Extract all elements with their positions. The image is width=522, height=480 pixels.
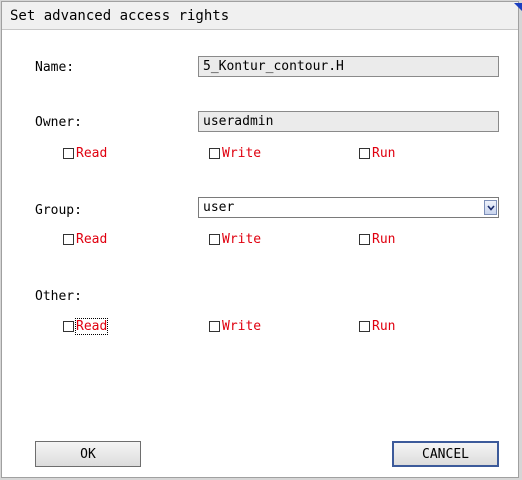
ok-button[interactable]: OK [35, 441, 141, 467]
dialog-title: Set advanced access rights [10, 8, 230, 24]
owner-read-label: Read [76, 145, 108, 161]
owner-label: Owner: [35, 115, 82, 130]
name-field[interactable]: 5_Kontur_contour.H [198, 56, 499, 77]
checkbox-icon[interactable] [359, 147, 370, 159]
checkbox-icon[interactable] [209, 233, 220, 245]
owner-run-label: Run [372, 145, 396, 161]
other-label: Other: [35, 289, 82, 304]
name-label: Name: [35, 60, 75, 75]
group-select-value: user [203, 200, 235, 215]
dropdown-button[interactable] [484, 200, 497, 215]
group-label: Group: [35, 203, 82, 218]
checkbox-icon[interactable] [209, 320, 220, 332]
owner-read-checkbox[interactable]: Read [63, 145, 107, 161]
access-rights-dialog: Set advanced access rights Name: 5_Kontu… [1, 1, 522, 478]
group-write-checkbox[interactable]: Write [209, 231, 261, 247]
other-run-checkbox[interactable]: Run [359, 318, 395, 334]
cancel-button[interactable]: CANCEL [392, 441, 499, 467]
checkbox-icon[interactable] [63, 233, 74, 245]
group-run-checkbox[interactable]: Run [359, 231, 395, 247]
group-run-label: Run [372, 231, 396, 247]
group-write-label: Write [222, 231, 262, 247]
dialog-titlebar: Set advanced access rights [2, 2, 522, 30]
other-read-checkbox[interactable]: Read [63, 317, 109, 335]
group-read-checkbox[interactable]: Read [63, 231, 107, 247]
owner-write-checkbox[interactable]: Write [209, 145, 261, 161]
owner-field[interactable]: useradmin [198, 111, 499, 132]
checkbox-icon[interactable] [63, 320, 74, 332]
owner-run-checkbox[interactable]: Run [359, 145, 395, 161]
checkbox-icon[interactable] [209, 147, 220, 159]
owner-write-label: Write [222, 145, 262, 161]
checkbox-icon[interactable] [359, 233, 370, 245]
other-write-label: Write [222, 318, 262, 334]
other-write-checkbox[interactable]: Write [209, 318, 261, 334]
corner-marker-icon [514, 3, 522, 11]
checkbox-icon[interactable] [63, 147, 74, 159]
checkbox-icon[interactable] [359, 320, 370, 332]
group-select[interactable]: user [198, 197, 499, 218]
other-run-label: Run [372, 318, 396, 334]
group-read-label: Read [76, 231, 108, 247]
chevron-down-icon [486, 204, 495, 211]
other-read-label: Read [74, 317, 109, 335]
